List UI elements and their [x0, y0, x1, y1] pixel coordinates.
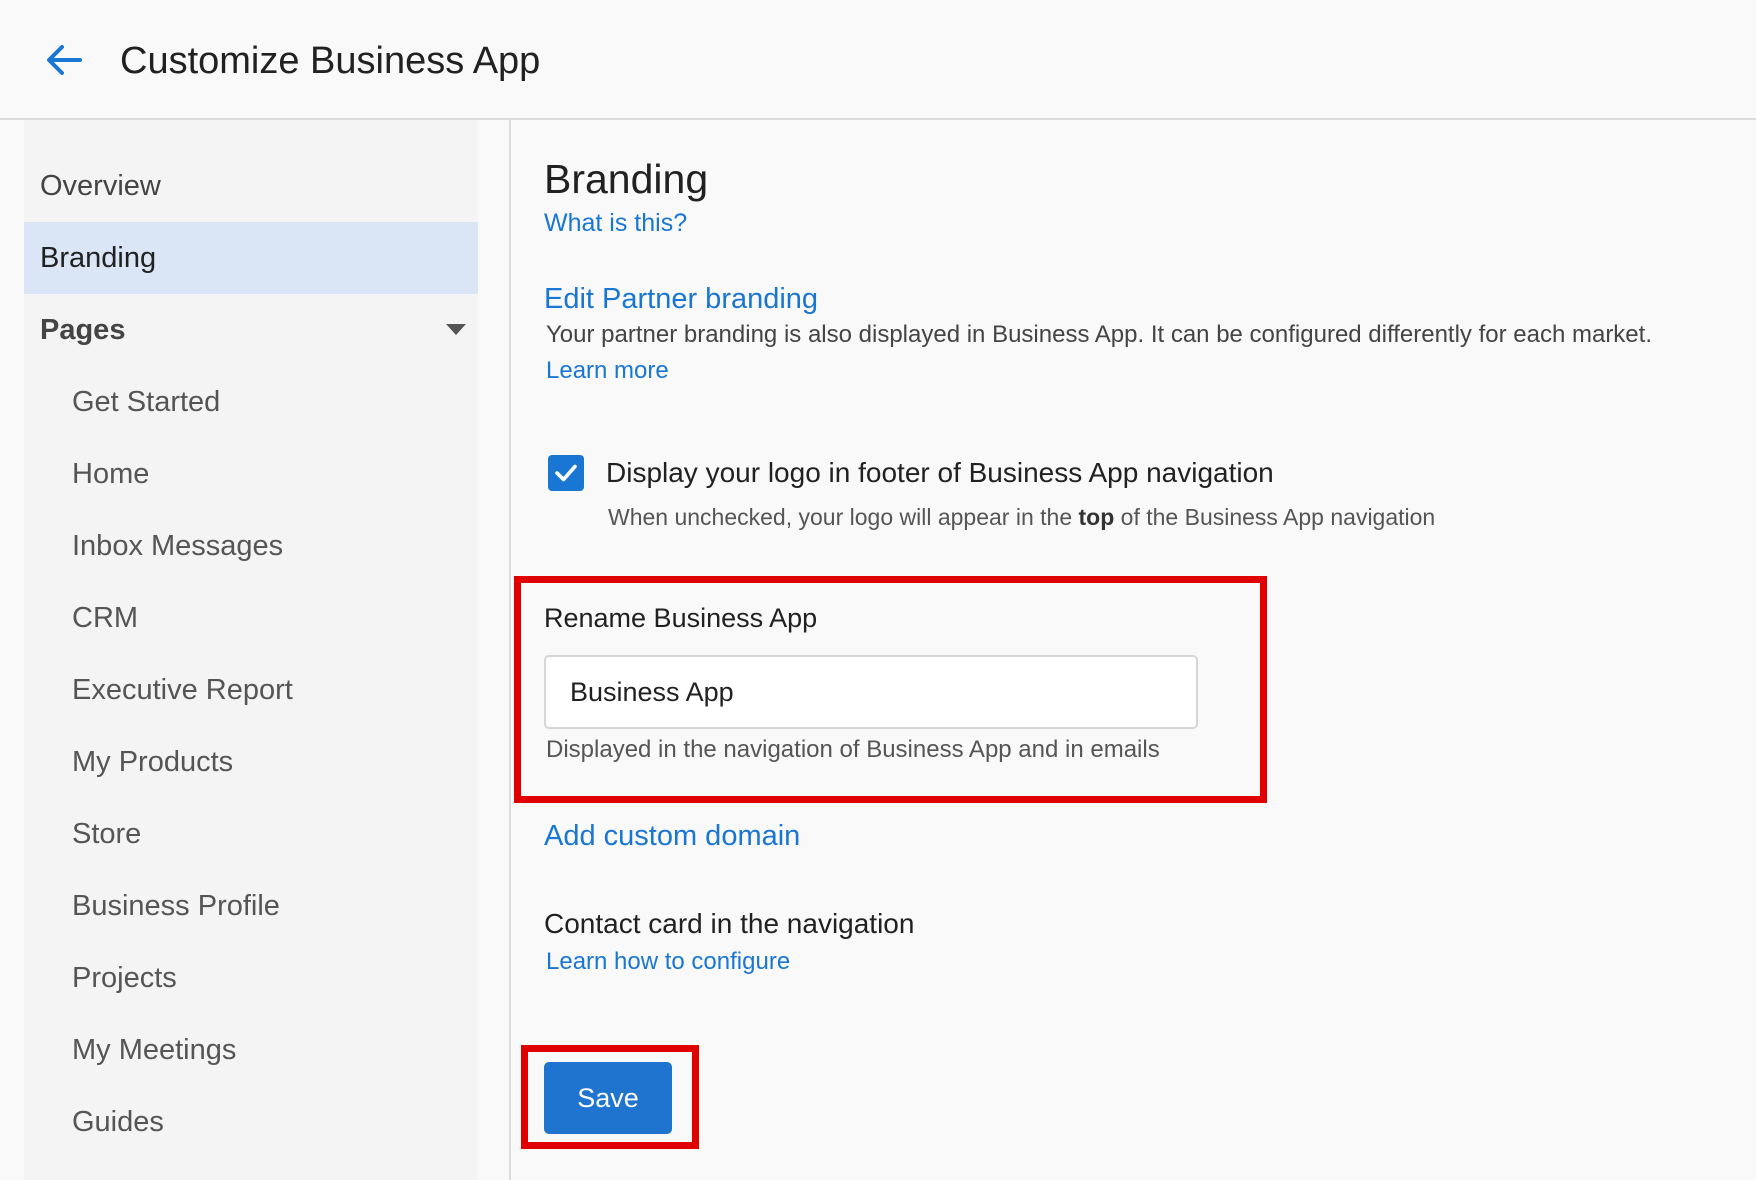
sidebar-item-my-meetings[interactable]: My Meetings	[24, 1014, 478, 1086]
edit-partner-branding-link[interactable]: Edit Partner branding	[544, 280, 818, 318]
rename-business-app-input[interactable]	[544, 655, 1198, 729]
section-title: Branding	[544, 156, 709, 202]
logo-footer-hint: When unchecked, your logo will appear in…	[608, 500, 1435, 534]
what-is-this-link[interactable]: What is this?	[544, 206, 687, 240]
add-custom-domain-link[interactable]: Add custom domain	[544, 817, 800, 855]
save-button[interactable]: Save	[544, 1062, 672, 1134]
rename-hint: Displayed in the navigation of Business …	[546, 736, 1160, 763]
sidebar-divider	[509, 120, 511, 1180]
sidebar-item-branding[interactable]: Branding	[24, 222, 478, 294]
page-title: Customize Business App	[120, 40, 541, 82]
sidebar-item-overview[interactable]: Overview	[24, 150, 478, 222]
contact-card-title: Contact card in the navigation	[544, 908, 915, 939]
sidebar-item-guides[interactable]: Guides	[24, 1086, 478, 1158]
sidebar-item-home[interactable]: Home	[24, 438, 478, 510]
sidebar-item-business-profile[interactable]: Business Profile	[24, 870, 478, 942]
sidebar-group-label: Pages	[40, 314, 126, 346]
hint-text-bold: top	[1078, 504, 1115, 530]
sidebar-group-pages[interactable]: Pages	[24, 294, 478, 366]
sidebar-item-projects[interactable]: Projects	[24, 942, 478, 1014]
arrow-left-icon[interactable]	[42, 38, 86, 82]
rename-label: Rename Business App	[544, 603, 818, 633]
learn-how-to-configure-link[interactable]: Learn how to configure	[546, 945, 790, 979]
caret-down-icon	[446, 324, 466, 335]
hint-text-end: of the Business App navigation	[1114, 504, 1436, 530]
top-bar: Customize Business App	[0, 0, 1756, 120]
sidebar-item-inbox-messages[interactable]: Inbox Messages	[24, 510, 478, 582]
partner-branding-description: Your partner branding is also displayed …	[546, 321, 1652, 348]
sidebar-item-executive-report[interactable]: Executive Report	[24, 654, 478, 726]
sidebar-item-get-started[interactable]: Get Started	[24, 366, 478, 438]
hint-text-start: When unchecked, your logo will appear in…	[608, 504, 1079, 530]
learn-more-link[interactable]: Learn more	[546, 354, 669, 388]
sidebar-item-store[interactable]: Store	[24, 798, 478, 870]
logo-footer-label[interactable]: Display your logo in footer of Business …	[606, 454, 1274, 492]
logo-footer-checkbox[interactable]	[548, 455, 584, 491]
checkmark-icon	[555, 464, 577, 482]
sidebar-item-crm[interactable]: CRM	[24, 582, 478, 654]
sidebar: Overview Branding Pages Get Started Home…	[24, 120, 478, 1180]
sidebar-item-my-products[interactable]: My Products	[24, 726, 478, 798]
